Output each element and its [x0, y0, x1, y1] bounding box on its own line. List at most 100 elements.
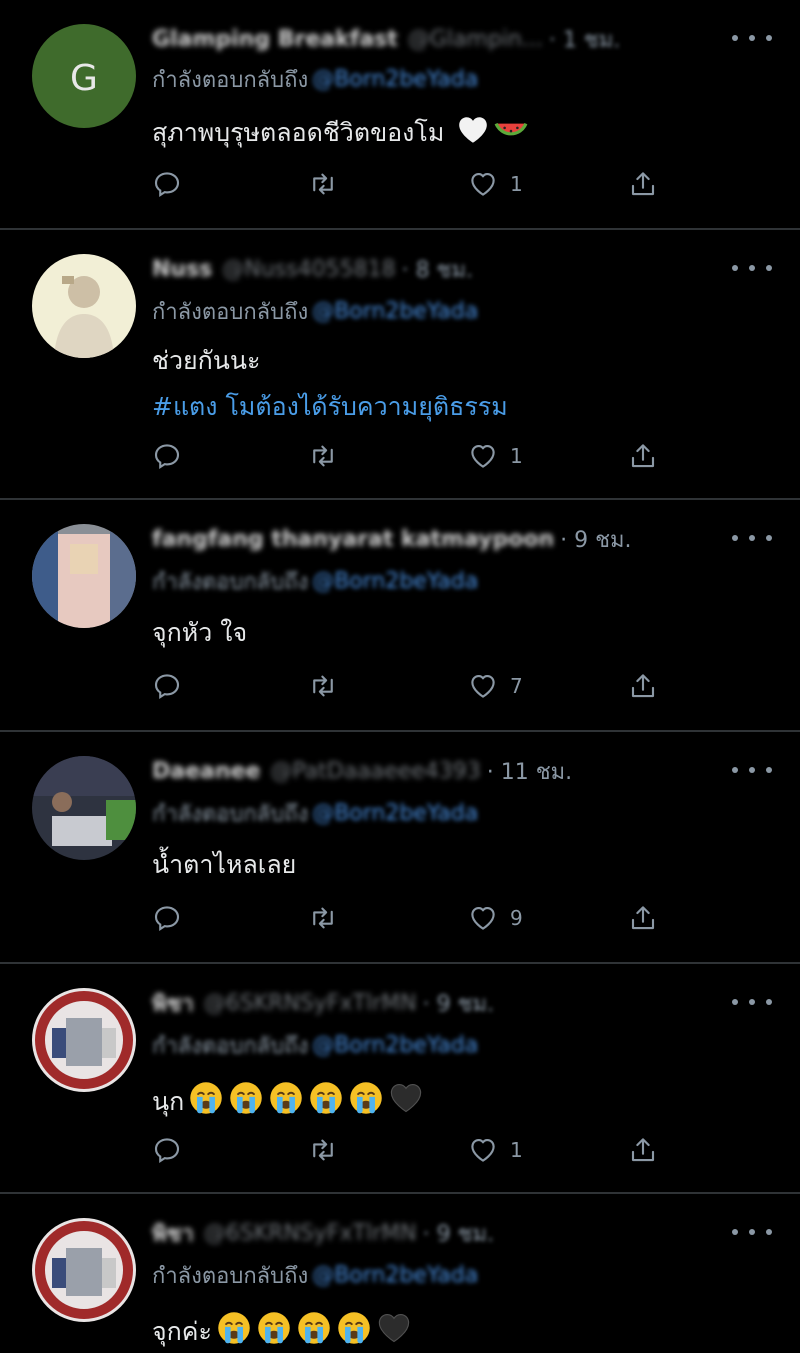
tweet-header: พิชา @6SKRNSyFxTlrMN · 9 ชม.: [152, 1218, 494, 1248]
crying-face-icon: [336, 1310, 372, 1346]
avatar[interactable]: [32, 1218, 136, 1322]
crying-face-icon: [296, 1310, 332, 1346]
retweet-button[interactable]: [308, 438, 338, 474]
replying-to: กำลังตอบกลับถึง @Born2beYada: [152, 1260, 478, 1290]
mention-link[interactable]: @Born2beYada: [312, 1263, 478, 1288]
like-button[interactable]: 1: [468, 1132, 523, 1168]
timestamp[interactable]: · 9 ชม.: [560, 522, 631, 557]
share-button[interactable]: [628, 668, 658, 704]
reply-button[interactable]: [152, 1132, 182, 1168]
mention-link[interactable]: @Born2beYada: [312, 801, 478, 826]
retweet-button[interactable]: [308, 1132, 338, 1168]
share-icon: [628, 1135, 658, 1165]
replying-to-label: กำลังตอบกลับถึง: [152, 1033, 309, 1059]
avatar[interactable]: [32, 756, 136, 860]
timestamp[interactable]: · 9 ชม.: [423, 1216, 494, 1251]
reply-tweet[interactable]: พิชา @6SKRNSyFxTlrMN · 9 ชม. กำลังตอบกลั…: [0, 1194, 800, 1353]
username[interactable]: @Glampin...: [408, 27, 543, 52]
heart-icon: [468, 441, 498, 471]
more-options-icon[interactable]: [732, 760, 772, 780]
reply-icon: [152, 441, 182, 471]
avatar[interactable]: [32, 254, 136, 358]
avatar[interactable]: G: [32, 24, 136, 128]
more-options-icon[interactable]: [732, 528, 772, 548]
avatar[interactable]: [32, 988, 136, 1092]
display-name[interactable]: fangfang thanyarat katmaypoon: [152, 527, 554, 552]
share-icon: [628, 441, 658, 471]
mention-link[interactable]: @Born2beYada: [312, 299, 478, 324]
retweet-button[interactable]: [308, 900, 338, 936]
reply-button[interactable]: [152, 668, 182, 704]
reply-button[interactable]: [152, 900, 182, 936]
tweet-text-content: น้ำตาไหลเลย: [152, 850, 297, 879]
share-button[interactable]: [628, 166, 658, 202]
retweet-button[interactable]: [308, 166, 338, 202]
retweet-icon: [308, 1135, 338, 1165]
share-button[interactable]: [628, 900, 658, 936]
reply-tweet[interactable]: G Glamping Breakfast @Glampin... · 1 ชม.…: [0, 0, 800, 228]
mention-link[interactable]: @Born2beYada: [312, 67, 478, 92]
display-name[interactable]: พิชา: [152, 986, 194, 1021]
username[interactable]: @PatDaaaeee4393: [270, 759, 480, 784]
username[interactable]: @6SKRNSyFxTlrMN: [204, 991, 417, 1016]
reply-tweet[interactable]: Daeanee @PatDaaaeee4393 · 11 ชม. กำลังตอ…: [0, 732, 800, 962]
heart-icon: [468, 903, 498, 933]
tweet-text-content: นุก: [152, 1087, 185, 1116]
retweet-button[interactable]: [308, 668, 338, 704]
white-heart-icon: [456, 113, 490, 147]
replying-to-label: กำลังตอบกลับถึง: [152, 299, 309, 325]
tweet-text-content: สุภาพบุรุษตลอดชีวิตของโม: [152, 118, 445, 147]
share-button[interactable]: [628, 1132, 658, 1168]
tweet-actions: 7: [152, 668, 672, 704]
replying-to-label: กำลังตอบกลับถึง: [152, 1263, 309, 1289]
reply-tweet[interactable]: Nuss @Nuss4055818 · 8 ชม. กำลังตอบกลับถึ…: [0, 230, 800, 498]
reply-tweet[interactable]: พิชา @6SKRNSyFxTlrMN · 9 ชม. กำลังตอบกลั…: [0, 964, 800, 1192]
tweet-text: จุกหัว ใจ: [152, 616, 247, 650]
reply-button[interactable]: [152, 166, 182, 202]
tweet-text: จุกค่ะ: [152, 1310, 412, 1349]
tweet-text-content: จุกหัว ใจ: [152, 618, 248, 647]
heart-icon: [468, 169, 498, 199]
mention-link[interactable]: @Born2beYada: [312, 569, 478, 594]
timestamp[interactable]: · 9 ชม.: [423, 986, 494, 1021]
like-button[interactable]: 1: [468, 166, 523, 202]
tweet-text: ช่วยกันนะ #แตง โมต้องได้รับความยุติธรรม: [152, 344, 508, 424]
display-name[interactable]: พิชา: [152, 1216, 194, 1251]
more-options-icon[interactable]: [732, 258, 772, 278]
like-button[interactable]: 9: [468, 900, 523, 936]
like-button[interactable]: 1: [468, 438, 523, 474]
timestamp[interactable]: · 8 ชม.: [402, 252, 473, 287]
tweet-text: น้ำตาไหลเลย: [152, 848, 296, 882]
username[interactable]: @Nuss4055818: [222, 257, 395, 282]
watermelon-icon: [494, 113, 528, 147]
more-options-icon[interactable]: [732, 992, 772, 1012]
crying-face-icon: [256, 1310, 292, 1346]
display-name[interactable]: Nuss: [152, 257, 212, 282]
retweet-icon: [308, 671, 338, 701]
tweet-actions: 1: [152, 438, 672, 474]
replying-to: กำลังตอบกลับถึง @Born2beYada: [152, 64, 478, 94]
more-options-icon[interactable]: [732, 1222, 772, 1242]
avatar-letter: G: [70, 58, 98, 99]
replying-to: กำลังตอบกลับถึง @Born2beYada: [152, 1030, 478, 1060]
reply-button[interactable]: [152, 438, 182, 474]
crying-face-icon: [308, 1080, 344, 1116]
display-name[interactable]: Glamping Breakfast: [152, 27, 398, 52]
hashtag-link[interactable]: #แตง โมต้องได้รับความยุติธรรม: [152, 390, 508, 424]
reply-tweet[interactable]: fangfang thanyarat katmaypoon · 9 ชม. กำ…: [0, 500, 800, 730]
timestamp[interactable]: · 1 ชม.: [549, 22, 620, 57]
more-options-icon[interactable]: [732, 28, 772, 48]
share-button[interactable]: [628, 438, 658, 474]
replying-to: กำลังตอบกลับถึง @Born2beYada: [152, 296, 478, 326]
username[interactable]: @6SKRNSyFxTlrMN: [204, 1221, 417, 1246]
like-button[interactable]: 7: [468, 668, 523, 704]
display-name[interactable]: Daeanee: [152, 759, 260, 784]
avatar[interactable]: [32, 524, 136, 628]
mention-link[interactable]: @Born2beYada: [312, 1033, 478, 1058]
like-count: 9: [510, 906, 523, 930]
black-heart-icon: [388, 1080, 424, 1116]
crying-face-icon: [228, 1080, 264, 1116]
like-count: 1: [510, 444, 523, 468]
timestamp[interactable]: · 11 ชม.: [487, 754, 572, 789]
tweet-header: fangfang thanyarat katmaypoon · 9 ชม.: [152, 524, 632, 554]
